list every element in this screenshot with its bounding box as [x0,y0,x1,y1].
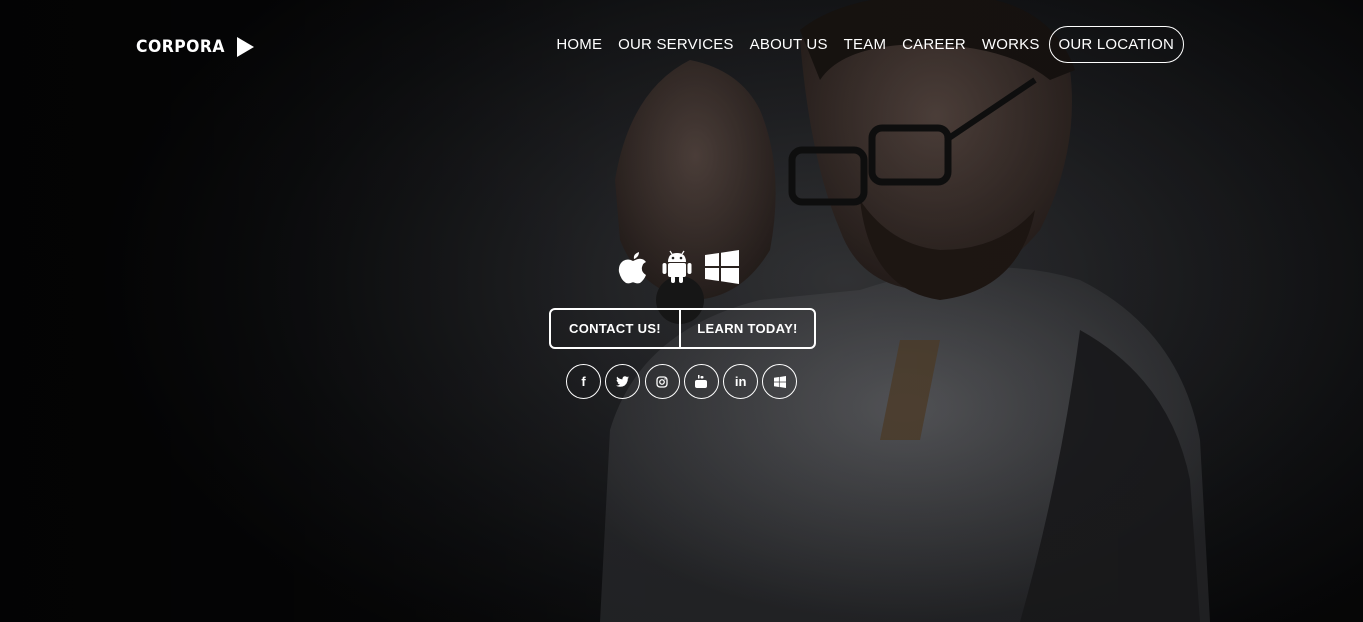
instagram-button[interactable] [644,364,680,399]
social-links: f in [566,364,802,399]
windows-icon [705,250,739,289]
contact-us-button[interactable]: CONTACT US! [549,308,680,349]
linkedin-button[interactable]: in [723,364,759,399]
twitter-button[interactable] [605,364,641,399]
youtube-icon [695,375,708,388]
nav-item-career[interactable]: CAREER [902,36,966,53]
nav-item-works[interactable]: WORKS [982,36,1040,53]
twitter-icon [616,376,630,387]
nav-item-our-services[interactable]: OUR SERVICES [618,36,734,53]
play-triangle-icon [236,37,254,57]
facebook-button[interactable]: f [566,364,601,399]
instagram-icon [656,375,668,388]
learn-today-button[interactable]: LEARN TODAY! [680,308,816,349]
nav-item-our-location[interactable]: OUR LOCATION [1048,26,1184,63]
brand-logo[interactable]: CORPORA [136,37,254,57]
nav-item-team[interactable]: TEAM [844,36,886,53]
cta-button-group: CONTACT US! LEARN TODAY! [549,308,816,349]
nav-item-home[interactable]: HOME [556,36,602,53]
linkedin-icon: in [734,374,747,389]
brand-name: CORPORA [136,37,225,57]
nav-item-about-us[interactable]: ABOUT US [750,36,828,53]
main-nav: HOME OUR SERVICES ABOUT US TEAM CAREER W… [540,26,1184,63]
platform-icons [617,250,752,289]
apple-icon [617,250,649,289]
youtube-button[interactable] [683,364,719,399]
facebook-icon: f [581,374,586,389]
windows-button[interactable] [762,364,798,399]
android-icon [662,250,692,289]
windows-icon [773,375,786,388]
